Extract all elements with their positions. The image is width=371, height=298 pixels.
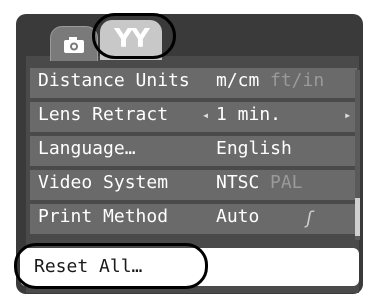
tools-icon: ΥΥ <box>114 24 150 54</box>
right-arrow-icon[interactable]: ▸ <box>344 108 351 122</box>
tab-shooting[interactable] <box>50 26 98 61</box>
row-label: Video System <box>38 172 169 193</box>
row-value: Auto <box>216 206 260 227</box>
row-alt-value: ft/in <box>270 70 325 91</box>
menu-row-distance-units[interactable]: Distance Units m/cm ft/in <box>30 68 357 98</box>
tab-setup[interactable]: ΥΥ <box>100 20 162 60</box>
row-label: Reset All… <box>34 256 143 277</box>
menu-row-reset-all[interactable]: Reset All… <box>20 248 359 286</box>
row-label: Language… <box>38 138 136 159</box>
menu-row-language[interactable]: Language… English <box>30 136 357 166</box>
menu-row-lens-retract[interactable]: Lens Retract ◂ 1 min. ▸ <box>30 102 357 132</box>
row-alt-value: PAL <box>270 172 303 193</box>
row-value: NTSC <box>216 172 260 193</box>
left-arrow-icon[interactable]: ◂ <box>202 108 209 122</box>
row-value: m/cm <box>216 70 260 91</box>
camera-icon <box>64 37 84 53</box>
row-label: Distance Units <box>38 70 190 91</box>
row-value: 1 min. <box>216 104 282 125</box>
row-label: Lens Retract <box>38 104 169 125</box>
direct-print-icon: ʃ <box>304 208 315 229</box>
row-value: English <box>216 138 292 159</box>
row-label: Print Method <box>38 206 169 227</box>
scrollbar-thumb[interactable] <box>355 198 360 236</box>
menu-row-print-method[interactable]: Print Method Auto ʃ <box>30 204 357 234</box>
menu-row-video-system[interactable]: Video System NTSC PAL <box>30 170 357 200</box>
camera-menu-screen: ΥΥ Distance Units m/cm ft/in Lens Retrac… <box>0 0 371 298</box>
